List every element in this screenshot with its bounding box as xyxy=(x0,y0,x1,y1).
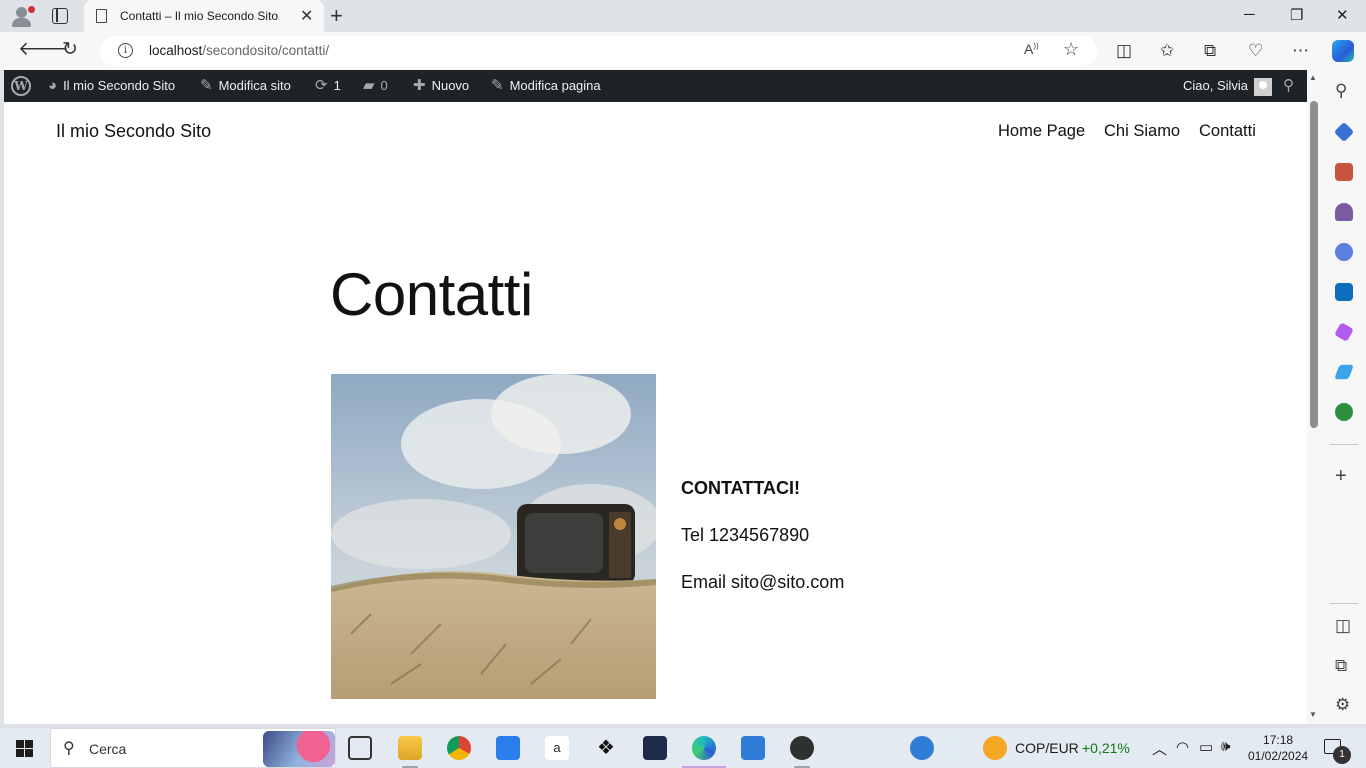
time: 17:18 xyxy=(1263,733,1294,747)
battery-icon[interactable]: ▭ xyxy=(1199,738,1213,756)
admin-site-name[interactable]: ◕ Il mio Secondo Sito xyxy=(48,70,175,102)
chrome-icon[interactable] xyxy=(447,736,471,760)
admin-comments[interactable]: ▰ 0 xyxy=(363,70,388,102)
shopping-tag-icon[interactable] xyxy=(1333,121,1355,143)
add-sidebar-app-icon[interactable]: + xyxy=(1335,466,1347,486)
more-menu-icon[interactable]: ⋯ xyxy=(1292,41,1309,61)
search-highlight-image xyxy=(263,731,335,767)
favorites-icon[interactable]: ✩ xyxy=(1160,41,1174,61)
dashboard-icon: ◕ xyxy=(48,77,58,94)
new-tab-button[interactable]: + xyxy=(330,3,343,29)
page-icon xyxy=(96,9,107,23)
date: 01/02/2024 xyxy=(1248,749,1309,763)
nav-contatti[interactable]: Contatti xyxy=(1199,122,1256,141)
copilot-m365-icon[interactable] xyxy=(1335,243,1353,261)
hide-sidebar-icon[interactable]: ◫ xyxy=(1335,617,1351,635)
windows-taskbar: ⚲ Cerca a ❖ COP/EUR +0,21% ︿ ◠ ▭ 🕪 17:18… xyxy=(0,728,1366,768)
file-explorer-icon[interactable] xyxy=(398,736,422,768)
stock-name[interactable]: COP/EUR xyxy=(1015,740,1079,756)
admin-edit-page[interactable]: ✎ Modifica pagina xyxy=(491,70,601,102)
mail-icon[interactable] xyxy=(741,736,765,760)
admin-account[interactable]: Ciao, Silvia xyxy=(1183,70,1273,102)
site-info-icon[interactable]: i xyxy=(118,43,133,58)
page-scrollbar[interactable]: ▲ ▼ xyxy=(1307,70,1322,724)
contact-phone: Tel 1234567890 xyxy=(681,525,810,545)
close-window-button[interactable]: ✕ xyxy=(1336,6,1349,24)
address-bar[interactable]: i localhost/secondosito/contatti/ A)) ☆ xyxy=(100,36,1097,66)
notification-badge: 1 xyxy=(1333,746,1351,764)
search-icon: ⚲ xyxy=(63,740,75,757)
search-label: Cerca xyxy=(89,741,127,757)
favorite-star-icon[interactable]: ☆ xyxy=(1063,39,1079,60)
browser-essentials-icon[interactable]: ♡ xyxy=(1248,41,1263,61)
volume-icon[interactable]: 🕪 xyxy=(1221,738,1230,755)
tools-icon[interactable] xyxy=(1335,163,1353,181)
plus-icon: ✚ xyxy=(413,77,426,94)
split-screen-icon[interactable]: ◫ xyxy=(1116,41,1132,61)
url-text[interactable]: localhost/secondosito/contatti/ xyxy=(149,43,329,58)
brush-icon: ✎ xyxy=(200,77,213,94)
sidebar-settings-icon[interactable]: ⚙ xyxy=(1335,696,1350,714)
reload-icon[interactable]: ↻ xyxy=(62,40,78,60)
updates-icon: ⟳ xyxy=(315,77,328,94)
stock-coins-icon[interactable] xyxy=(983,736,1007,760)
profile-icon[interactable] xyxy=(10,5,35,27)
active-tab[interactable]: Contatti – Il mio Secondo Sito ✕ xyxy=(84,0,324,32)
tab-close-icon[interactable]: ✕ xyxy=(300,6,313,26)
tray-overflow-icon[interactable]: ︿ xyxy=(1152,738,1167,759)
minimize-button[interactable]: ─ xyxy=(1244,6,1255,23)
wifi-icon[interactable]: ◠ xyxy=(1176,738,1189,756)
admin-updates[interactable]: ⟳ 1 xyxy=(315,70,341,102)
pencil-icon: ✎ xyxy=(491,77,504,94)
browser-toolbar: 🡐 ↻ i localhost/secondosito/contatti/ A)… xyxy=(0,32,1366,70)
stock-change[interactable]: +0,21% xyxy=(1082,740,1130,756)
outlook-icon[interactable] xyxy=(1335,283,1353,301)
site-title[interactable]: Il mio Secondo Sito xyxy=(56,121,211,142)
help-icon[interactable] xyxy=(910,736,934,760)
contact-image xyxy=(331,374,656,699)
github-desktop-icon[interactable] xyxy=(790,736,814,768)
contact-heading: CONTATTACI! xyxy=(681,478,800,498)
admin-search-icon[interactable]: ⚲ xyxy=(1283,70,1294,102)
comment-icon: ▰ xyxy=(363,77,375,94)
amazon-icon[interactable]: a xyxy=(545,736,569,760)
dropbox-icon[interactable]: ❖ xyxy=(594,736,618,760)
clock[interactable]: 17:18 01/02/2024 xyxy=(1248,732,1308,764)
restore-button[interactable]: ❐ xyxy=(1290,6,1303,24)
admin-edit-site[interactable]: ✎ Modifica sito xyxy=(200,70,291,102)
contact-email: Email sito@sito.com xyxy=(681,572,845,592)
tab-strip: Contatti – Il mio Secondo Sito ✕ + ─ ❐ ✕ xyxy=(0,0,1366,32)
edge-icon[interactable] xyxy=(682,736,726,768)
send-icon[interactable] xyxy=(1334,364,1354,380)
collections-icon[interactable]: ⧉ xyxy=(1204,41,1216,61)
admin-new[interactable]: ✚ Nuovo xyxy=(413,70,469,102)
windows-start-icon[interactable] xyxy=(16,740,33,757)
wp-admin-bar: W ◕ Il mio Secondo Sito ✎ Modifica sito ⟳ 1… xyxy=(4,70,1307,102)
task-view-icon[interactable] xyxy=(348,736,372,760)
tab-title: Contatti – Il mio Secondo Sito xyxy=(120,9,279,23)
taskbar-search[interactable]: ⚲ Cerca xyxy=(50,728,336,768)
nav-home[interactable]: Home Page xyxy=(998,122,1085,141)
avatar xyxy=(1254,77,1273,96)
nav-chi-siamo[interactable]: Chi Siamo xyxy=(1104,122,1180,141)
edge-sidebar: ⚲ + ◫ ⧉ ⚙ xyxy=(1322,70,1366,724)
games-icon[interactable] xyxy=(1335,203,1353,221)
tab-actions-icon[interactable] xyxy=(52,8,68,24)
scrollbar-thumb[interactable] xyxy=(1310,101,1318,428)
page-title: Contatti xyxy=(330,261,533,328)
wordpress-logo-icon[interactable]: W xyxy=(11,76,31,96)
page-viewport: W ◕ Il mio Secondo Sito ✎ Modifica sito ⟳ 1… xyxy=(4,70,1307,724)
sidebar-search-icon[interactable]: ⚲ xyxy=(1335,82,1347,100)
tree-icon[interactable] xyxy=(1335,403,1353,421)
powershell-icon[interactable] xyxy=(643,736,667,760)
designer-icon[interactable] xyxy=(1334,322,1354,342)
open-external-icon[interactable]: ⧉ xyxy=(1335,657,1347,675)
read-aloud-icon[interactable]: A)) xyxy=(1024,41,1039,57)
scroll-down-icon[interactable]: ▼ xyxy=(1309,710,1317,719)
scroll-up-icon[interactable]: ▲ xyxy=(1309,73,1317,82)
copilot-icon[interactable] xyxy=(1332,40,1354,62)
store-icon[interactable] xyxy=(496,736,520,760)
